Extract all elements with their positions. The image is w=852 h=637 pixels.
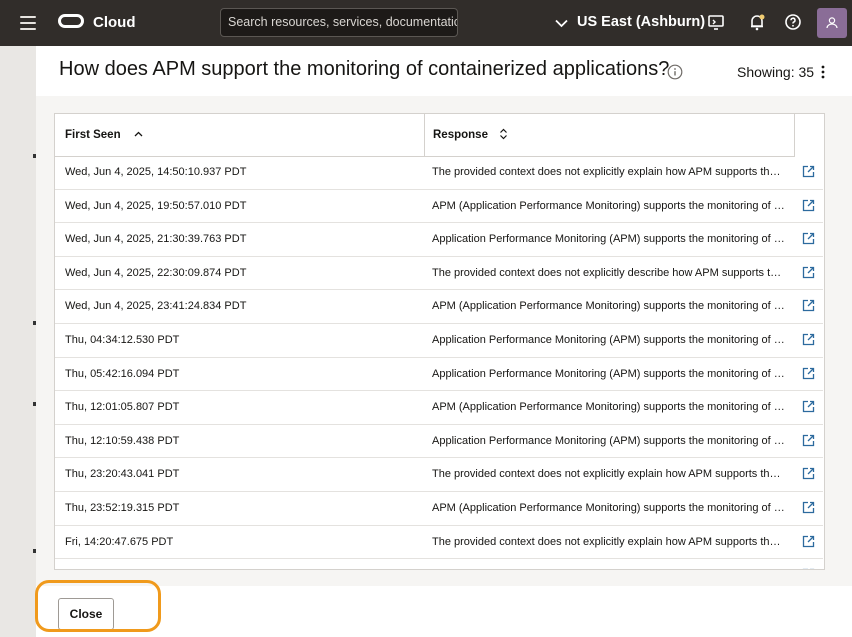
table-row[interactable]: Thu, 12:10:59.438 PDT Application Perform… — [55, 425, 823, 459]
column-header-first-seen[interactable]: First Seen — [65, 114, 143, 156]
first-seen-cell: Thu, 05:42:16.094 PDT — [65, 367, 180, 380]
first-seen-cell: Wed, Jun 4, 2025, 14:50:10.937 PDT — [65, 166, 247, 178]
first-seen-cell: Wed, Jun 4, 2025, 23:41:24.834 PDT — [65, 300, 247, 313]
response-cell: APM (Application Performance Monitoring)… — [432, 300, 786, 313]
external-link-icon[interactable] — [802, 535, 815, 548]
response-cell: The provided context does not explicitly… — [432, 166, 786, 178]
first-seen-cell: Thu, 12:01:05.807 PDT — [65, 401, 180, 414]
first-seen-cell: Thu, 23:20:43.041 PDT — [65, 468, 180, 481]
top-bar: Cloud Search resources, services, docume… — [0, 0, 852, 46]
column-divider — [794, 114, 795, 156]
table-body: Wed, Jun 4, 2025, 14:50:10.937 PDT The pr… — [55, 156, 823, 570]
close-button[interactable]: Close — [58, 598, 114, 630]
table-row[interactable]: Wed, Jun 4, 2025, 21:30:39.763 PDT Applic… — [55, 223, 823, 257]
column-label: First Seen — [65, 129, 121, 141]
first-seen-cell: Wed, Jun 4, 2025, 21:30:39.763 PDT — [65, 233, 247, 246]
responses-dialog: How does APM support the monitoring of c… — [36, 46, 852, 637]
sort-both-icon[interactable] — [499, 128, 508, 140]
responses-table: First Seen Response Wed, Jun 4, 2025, 14… — [54, 113, 825, 570]
external-link-icon[interactable] — [802, 199, 815, 212]
response-cell: Application Performance Monitoring (APM)… — [432, 434, 786, 447]
response-cell: Application Performance Monitoring (APM)… — [432, 367, 786, 380]
dialog-footer — [36, 586, 852, 637]
external-link-icon[interactable] — [802, 232, 815, 245]
cloud-shell-icon[interactable] — [707, 13, 725, 31]
external-link-icon[interactable] — [802, 467, 815, 480]
table-row[interactable]: Wed, Jun 4, 2025, 14:50:10.937 PDT The pr… — [55, 156, 823, 190]
response-cell: The provided context does not explicitly… — [432, 266, 786, 279]
external-link-icon[interactable] — [802, 400, 815, 413]
external-link-icon[interactable] — [802, 165, 815, 178]
external-link-icon[interactable] — [802, 434, 815, 447]
response-cell: Application Performance Monitoring (APM)… — [432, 233, 786, 246]
bell-icon[interactable] — [748, 13, 766, 31]
external-link-icon[interactable] — [802, 266, 815, 279]
first-seen-cell: Fri, 14:48:56.275 PDT — [65, 559, 173, 569]
column-label: Response — [433, 129, 488, 141]
first-seen-cell: Thu, 04:34:12.530 PDT — [65, 333, 180, 346]
table-header: First Seen Response — [55, 114, 795, 157]
kebab-icon[interactable] — [821, 65, 825, 79]
oracle-logo-icon[interactable] — [58, 14, 84, 28]
table-row[interactable]: Thu, 04:34:12.530 PDT Application Perform… — [55, 324, 823, 358]
response-cell: Application Performance Monitoring (APM)… — [432, 333, 786, 346]
external-link-icon[interactable] — [802, 333, 815, 346]
brand-label[interactable]: Cloud — [93, 14, 136, 31]
dialog-title: How does APM support the monitoring of c… — [59, 58, 670, 80]
table-row[interactable]: Thu, 23:52:19.315 PDT APM (Application Pe… — [55, 492, 823, 526]
chevron-down-icon — [555, 19, 568, 28]
table-row[interactable]: Thu, 12:01:05.807 PDT APM (Application Pe… — [55, 391, 823, 425]
table-row[interactable]: Thu, 05:42:16.094 PDT Application Perform… — [55, 358, 823, 392]
external-link-icon[interactable] — [802, 501, 815, 514]
table-row[interactable]: Wed, Jun 4, 2025, 22:30:09.874 PDT The pr… — [55, 257, 823, 291]
table-row[interactable]: Fri, 14:20:47.675 PDT The provided contex… — [55, 526, 823, 560]
response-cell: APM (Application Performance Monitoring)… — [432, 401, 786, 414]
first-seen-cell: Wed, Jun 4, 2025, 19:50:57.010 PDT — [65, 199, 247, 212]
response-cell: APM (Application Performance Monitoring)… — [432, 199, 786, 212]
first-seen-cell: Thu, 12:10:59.438 PDT — [65, 434, 180, 447]
response-cell: APM (Application Performance Monitoring)… — [432, 501, 786, 514]
external-link-icon[interactable] — [802, 367, 815, 380]
showing-count: Showing: 35 — [737, 64, 815, 80]
table-row[interactable]: Wed, Jun 4, 2025, 23:41:24.834 PDT APM (A… — [55, 290, 823, 324]
first-seen-cell: Fri, 14:20:47.675 PDT — [65, 535, 174, 548]
info-icon[interactable] — [667, 64, 683, 80]
column-header-response[interactable]: Response — [433, 114, 508, 156]
user-icon — [826, 17, 838, 29]
sort-ascending-icon[interactable] — [134, 130, 143, 138]
first-seen-cell: Wed, Jun 4, 2025, 22:30:09.874 PDT — [65, 266, 247, 279]
response-cell: The provided context does not explicitly… — [432, 535, 786, 548]
background-page — [0, 46, 36, 637]
first-seen-cell: Thu, 23:52:19.315 PDT — [65, 501, 180, 514]
table-row[interactable]: Fri, 14:48:56.275 PDT APM (Application Pe… — [55, 559, 823, 570]
menu-icon[interactable] — [20, 16, 36, 30]
table-row[interactable]: Thu, 23:20:43.041 PDT The provided contex… — [55, 458, 823, 492]
user-avatar[interactable] — [817, 8, 847, 38]
external-link-icon[interactable] — [802, 568, 815, 570]
region-selector[interactable]: US East (Ashburn) — [555, 14, 705, 30]
region-label: US East (Ashburn) — [577, 14, 706, 30]
help-icon[interactable] — [784, 13, 802, 31]
column-divider — [424, 114, 425, 156]
response-cell: The provided context does not explicitly… — [432, 468, 786, 481]
response-cell: APM (Application Performance Monitoring)… — [432, 559, 786, 569]
external-link-icon[interactable] — [802, 299, 815, 312]
table-row[interactable]: Wed, Jun 4, 2025, 19:50:57.010 PDT APM (A… — [55, 190, 823, 224]
search-input[interactable]: Search resources, services, documentatic — [220, 8, 458, 37]
